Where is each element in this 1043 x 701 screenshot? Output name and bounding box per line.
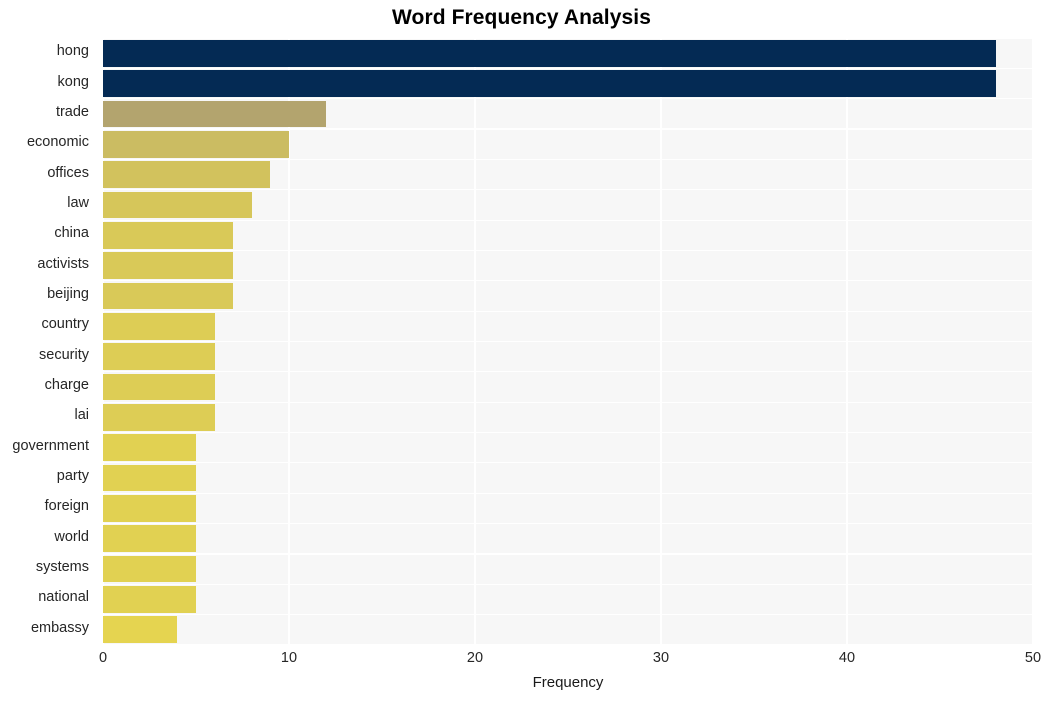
x-tick-label: 30 (652, 650, 670, 666)
chart-figure: Word Frequency Analysis hong kong trade eco… (0, 0, 1043, 701)
y-gridline (103, 249, 1033, 252)
y-tick-label: beijing (47, 285, 89, 302)
bar (103, 312, 215, 340)
x-axis-label: Frequency (532, 674, 604, 691)
plot-area (103, 38, 1033, 645)
y-gridline (103, 98, 1033, 100)
y-gridline (103, 614, 1033, 616)
bar (103, 161, 271, 188)
y-gridline (103, 128, 1033, 130)
bar (103, 464, 196, 492)
y-tick-label: security (39, 346, 89, 363)
bar (103, 404, 215, 431)
bar (103, 221, 234, 249)
y-tick-label: activists (37, 255, 89, 272)
y-tick-label: foreign (44, 498, 89, 515)
bar (103, 586, 196, 613)
y-gridline (103, 219, 1033, 221)
x-tick-label: 0 (98, 650, 108, 666)
bar (103, 100, 327, 128)
bar (103, 282, 234, 310)
bar (103, 434, 196, 462)
bar (103, 70, 996, 97)
y-tick-label: hong (56, 43, 89, 60)
x-tick-label: 40 (838, 650, 856, 666)
bar (103, 343, 215, 371)
y-gridline (103, 280, 1033, 282)
y-tick-label: world (54, 528, 89, 545)
y-tick-label: lai (74, 407, 89, 424)
y-tick-label: china (54, 225, 89, 242)
bar (103, 616, 178, 644)
y-tick-label: national (38, 589, 89, 606)
y-gridline (103, 553, 1033, 555)
y-gridline (103, 644, 1033, 645)
y-tick-label: offices (47, 164, 89, 181)
y-tick-label: trade (55, 103, 89, 120)
y-gridline (103, 583, 1033, 585)
x-tick-label: 20 (466, 650, 484, 666)
y-gridline (103, 523, 1033, 525)
x-tick-label: 50 (1024, 650, 1042, 666)
x-tick-label: 10 (280, 650, 298, 666)
bar (103, 130, 289, 158)
y-gridline (103, 401, 1033, 403)
y-gridline (103, 310, 1033, 312)
y-tick-label: economic (26, 134, 89, 151)
bar (103, 39, 996, 67)
y-gridline (103, 340, 1033, 343)
y-axis-tick-labels: hong kong trade economic offices law china acti… (0, 38, 96, 645)
y-gridline (103, 462, 1033, 464)
bar (103, 525, 196, 553)
y-tick-label: charge (44, 377, 89, 394)
y-gridline (103, 67, 1033, 69)
y-tick-label: law (67, 194, 89, 211)
bar (103, 252, 234, 279)
y-gridline (103, 431, 1033, 434)
y-tick-label: kong (57, 73, 89, 90)
y-gridline (103, 371, 1033, 373)
bar (103, 373, 215, 401)
bar (103, 555, 196, 583)
bar (103, 191, 252, 219)
y-tick-label: party (56, 468, 89, 485)
y-tick-label: systems (35, 559, 89, 576)
y-gridline (103, 38, 1033, 39)
y-gridline (103, 158, 1033, 160)
y-tick-label: country (41, 316, 89, 333)
y-gridline (103, 189, 1033, 191)
y-tick-label: embassy (30, 619, 89, 636)
y-gridline (103, 492, 1033, 494)
y-tick-label: government (12, 437, 89, 454)
chart-title: Word Frequency Analysis (391, 6, 652, 29)
bar (103, 495, 196, 522)
x-axis-tick-labels: 0 10 20 30 40 50 (99, 650, 1041, 672)
